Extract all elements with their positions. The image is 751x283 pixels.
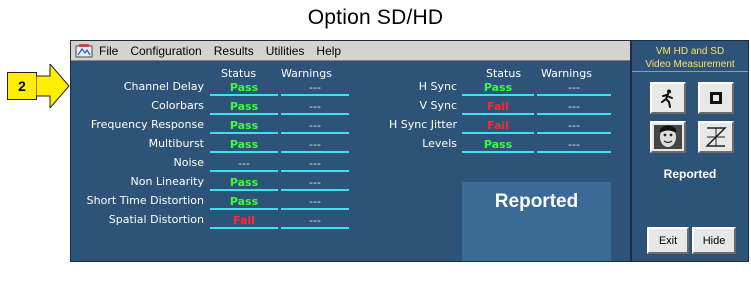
- test-label: V Sync: [419, 99, 457, 112]
- application-window: File Configuration Results Utilities Hel…: [70, 40, 631, 262]
- stop-icon: [710, 92, 722, 104]
- panel-title-line1: VM HD and SD: [655, 46, 725, 57]
- test-warning: ---: [281, 118, 349, 134]
- waveform-display-icon: [705, 127, 727, 147]
- test-warning: ---: [281, 156, 349, 172]
- test-status: ---: [210, 156, 278, 172]
- menu-utilities[interactable]: Utilities: [266, 44, 305, 58]
- test-status: Pass: [210, 194, 278, 210]
- waveform-display-button[interactable]: [698, 121, 734, 153]
- test-label: H Sync Jitter: [389, 118, 457, 131]
- test-warning: ---: [281, 80, 349, 96]
- test-warning: ---: [281, 213, 349, 229]
- run-button[interactable]: [650, 82, 686, 114]
- panel-title: VM HD and SD Video Measurement: [632, 42, 748, 72]
- test-label: Levels: [422, 137, 457, 150]
- reported-status-box: Reported: [462, 182, 611, 261]
- test-label: H Sync: [418, 80, 457, 93]
- reported-text: Reported: [494, 191, 579, 212]
- step-number-badge: 2: [7, 72, 37, 100]
- menu-help[interactable]: Help: [316, 44, 341, 58]
- test-label: Spatial Distortion: [108, 213, 204, 226]
- menu-file[interactable]: File: [99, 44, 118, 58]
- test-status: Pass: [210, 80, 278, 96]
- app-icon[interactable]: [75, 43, 93, 59]
- test-label: Channel Delay: [123, 80, 204, 93]
- test-status: Pass: [462, 137, 534, 153]
- test-label: Colorbars: [151, 99, 204, 112]
- test-warning: ---: [281, 137, 349, 153]
- right-status-header: Status: [486, 67, 522, 80]
- panel-title-line2: Video Measurement: [645, 59, 735, 70]
- run-icon: [661, 89, 673, 108]
- test-warning: ---: [537, 80, 611, 96]
- test-label: Frequency Response: [90, 118, 204, 131]
- face-display-icon: [654, 125, 682, 149]
- test-warning: ---: [537, 99, 611, 115]
- test-status: Pass: [210, 175, 278, 191]
- figure-caption: Option SD/HD: [307, 6, 444, 29]
- test-warning: ---: [281, 194, 349, 210]
- test-status: Fail: [210, 213, 278, 229]
- test-status: Pass: [210, 99, 278, 115]
- test-label: Short Time Distortion: [86, 194, 204, 207]
- hide-button[interactable]: Hide: [692, 227, 736, 254]
- test-label: Noise: [173, 156, 204, 169]
- picture-display-button[interactable]: [650, 121, 686, 153]
- right-warnings-header: Warnings: [541, 67, 592, 80]
- menu-bar: File Configuration Results Utilities Hel…: [71, 41, 630, 61]
- test-warning: ---: [537, 137, 611, 153]
- menu-results[interactable]: Results: [214, 44, 254, 58]
- panel-status-text: Reported: [663, 167, 717, 181]
- stop-button[interactable]: [698, 82, 734, 114]
- menu-configuration[interactable]: Configuration: [130, 44, 201, 58]
- test-status: Fail: [462, 99, 534, 115]
- test-status: Pass: [210, 118, 278, 134]
- exit-button[interactable]: Exit: [647, 227, 689, 254]
- left-warnings-header: Warnings: [281, 67, 332, 80]
- test-status: Fail: [462, 118, 534, 134]
- control-panel: VM HD and SD Video Measurement Reported …: [631, 40, 749, 262]
- test-warning: ---: [281, 99, 349, 115]
- test-status: Pass: [462, 80, 534, 96]
- left-status-header: Status: [221, 67, 257, 80]
- test-warning: ---: [281, 175, 349, 191]
- test-label: Non Linearity: [130, 175, 205, 188]
- test-label: Multiburst: [148, 137, 204, 150]
- arrow-callout-icon: [36, 64, 70, 108]
- test-warning: ---: [537, 118, 611, 134]
- test-status: Pass: [210, 137, 278, 153]
- results-area: Status Warnings Status Warnings Channel …: [71, 61, 630, 263]
